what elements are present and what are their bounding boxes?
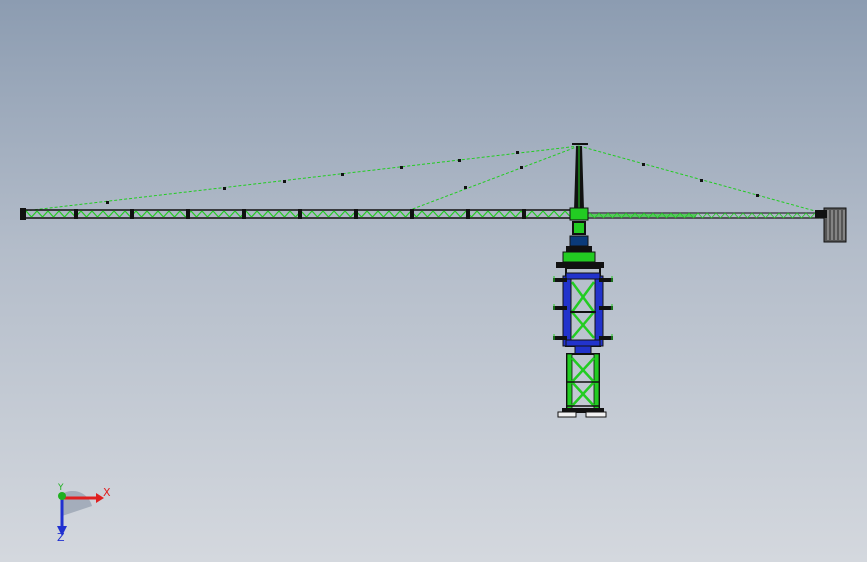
y-axis-icon bbox=[58, 492, 66, 500]
x-axis-label: X bbox=[103, 486, 111, 499]
graphics-viewport[interactable]: X Y Z bbox=[0, 0, 867, 562]
base-footing bbox=[557, 408, 607, 418]
pendant-nodes bbox=[106, 151, 759, 204]
pendant-lines bbox=[23, 145, 827, 215]
crane-model[interactable] bbox=[0, 0, 867, 562]
coordinate-triad: X Y Z bbox=[40, 482, 120, 546]
y-axis-label: Y bbox=[58, 483, 64, 493]
z-axis-label: Z bbox=[57, 531, 65, 544]
triad-plane-shading bbox=[62, 490, 92, 516]
jib bbox=[20, 208, 578, 220]
tower-head bbox=[572, 143, 588, 210]
counter-jib bbox=[586, 212, 826, 219]
climbing-frame bbox=[553, 267, 613, 355]
mast bbox=[566, 353, 600, 411]
counterweight bbox=[815, 207, 847, 243]
